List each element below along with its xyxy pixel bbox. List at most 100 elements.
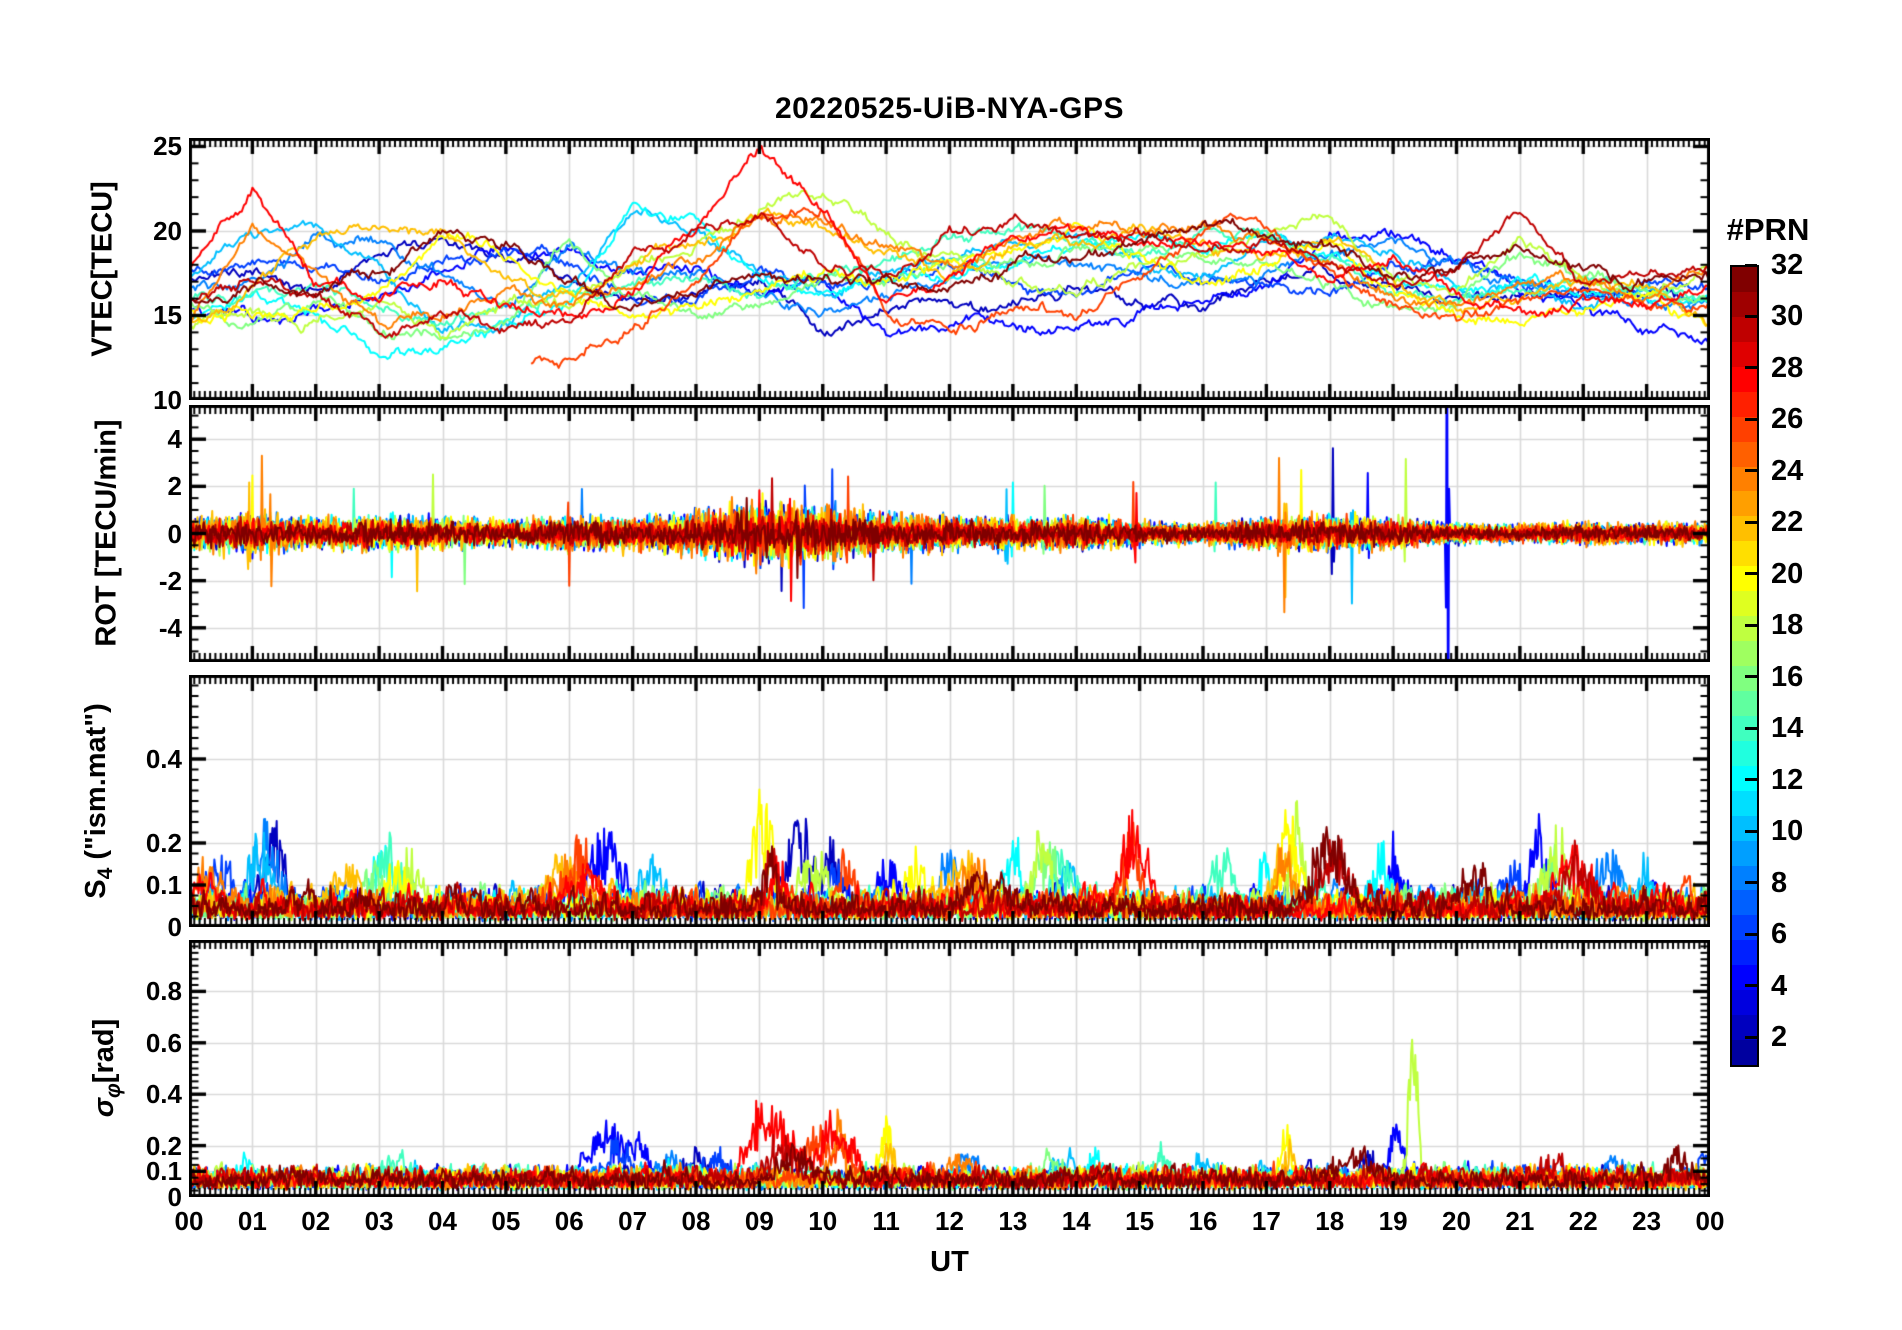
- x-tick-label: 09: [744, 1206, 774, 1236]
- colorbar-segment-prn-20: [1732, 566, 1757, 592]
- colorbar-tick-mark: [1745, 932, 1757, 936]
- colorbar-tick-mark: [1745, 417, 1757, 421]
- colorbar-segment-prn-8: [1732, 865, 1757, 891]
- colorbar-segment-prn-5: [1732, 940, 1757, 966]
- x-tick-label: 19: [1378, 1206, 1408, 1236]
- x-tick-label: 20: [1442, 1206, 1471, 1236]
- colorbar-tick-label: 18: [1771, 609, 1804, 642]
- x-tick-label: 07: [618, 1206, 648, 1236]
- colorbar-tick-label: 28: [1771, 351, 1804, 384]
- colorbar-segment-prn-27: [1732, 391, 1757, 417]
- x-tick-label: 00: [1695, 1206, 1725, 1236]
- colorbar-tick-mark: [1745, 726, 1757, 730]
- colorbar-segment-prn-16: [1732, 666, 1757, 691]
- y-tick-label-s4: 0.4: [145, 744, 182, 774]
- colorbar-segment-prn-17: [1732, 641, 1757, 666]
- colorbar-tick-mark: [1745, 623, 1757, 627]
- colorbar-tick-mark: [1745, 675, 1757, 679]
- x-tick-label: 21: [1505, 1206, 1535, 1236]
- x-tick-label: 04: [428, 1206, 457, 1236]
- y-tick-label-s4: 0.2: [145, 828, 182, 858]
- x-axis-label: UT: [930, 1246, 969, 1278]
- y-tick-label-sigma: 0.2: [145, 1130, 182, 1161]
- y-tick-label-rot: -4: [158, 612, 182, 643]
- colorbar-segment-prn-23: [1732, 491, 1757, 517]
- x-tick-label: 10: [808, 1206, 838, 1236]
- x-tick-label: 05: [491, 1206, 521, 1236]
- x-tick-label: 08: [681, 1206, 711, 1236]
- colorbar-tick-mark: [1745, 469, 1757, 473]
- y-tick-label-sigma: 0.6: [145, 1027, 182, 1058]
- colorbar-tick-mark: [1745, 314, 1757, 318]
- x-tick-label: 02: [301, 1206, 331, 1236]
- colorbar-segment-prn-31: [1732, 291, 1757, 317]
- rot-panel-canvas: [189, 405, 1710, 662]
- colorbar-segment-prn-29: [1732, 341, 1757, 367]
- colorbar-segment-prn-7: [1732, 890, 1757, 916]
- colorbar-tick-label: 12: [1771, 763, 1804, 796]
- colorbar-tick-mark: [1745, 829, 1757, 833]
- colorbar-tick-label: 6: [1771, 918, 1788, 951]
- s4-panel-canvas: [189, 675, 1710, 927]
- colorbar-segment-prn-18: [1732, 616, 1757, 642]
- x-tick-label: 03: [364, 1206, 394, 1236]
- x-tick-label: 14: [1061, 1206, 1091, 1236]
- colorbar: [1730, 265, 1759, 1067]
- colorbar-segment-prn-25: [1732, 441, 1757, 467]
- x-tick-label: 12: [935, 1206, 964, 1236]
- y-tick-label-rot: 4: [167, 424, 182, 455]
- colorbar-tick-label: 30: [1771, 300, 1804, 333]
- colorbar-segment-prn-1: [1732, 1040, 1757, 1065]
- sigma-phi-panel-canvas: [189, 940, 1710, 1197]
- y-tick-label-sigma: 0.4: [145, 1079, 182, 1110]
- colorbar-tick-label: 22: [1771, 506, 1804, 539]
- colorbar-tick-label: 14: [1771, 712, 1804, 745]
- colorbar-segment-prn-30: [1732, 316, 1757, 342]
- y-tick-label-sigma: 0.1: [145, 1156, 182, 1187]
- colorbar-tick-mark: [1745, 520, 1757, 524]
- colorbar-segment-prn-6: [1732, 915, 1757, 941]
- colorbar-tick-mark: [1745, 881, 1757, 885]
- colorbar-segment-prn-28: [1732, 366, 1757, 392]
- x-tick-label: 11: [872, 1206, 900, 1236]
- colorbar-tick-label: 4: [1771, 969, 1788, 1002]
- vtec-panel-canvas: [189, 138, 1710, 400]
- figure-title: 20220525-UiB-NYA-GPS: [774, 92, 1125, 125]
- colorbar-tick-label: 10: [1771, 815, 1804, 848]
- colorbar-segment-prn-9: [1732, 840, 1757, 866]
- x-tick-label: 16: [1188, 1206, 1218, 1236]
- colorbar-title: #PRN: [1726, 212, 1810, 247]
- y-tick-label-s4: 0.1: [145, 870, 182, 900]
- x-tick-label: 01: [237, 1206, 267, 1236]
- colorbar-segment-prn-11: [1732, 790, 1757, 816]
- colorbar-tick-mark: [1745, 263, 1757, 267]
- colorbar-tick-mark: [1745, 1035, 1757, 1039]
- x-tick-label: 00: [174, 1206, 204, 1236]
- x-tick-label: 17: [1251, 1206, 1281, 1236]
- y-tick-label-rot: 0: [167, 518, 182, 549]
- x-tick-label: 15: [1125, 1206, 1155, 1236]
- colorbar-tick-label: 32: [1771, 249, 1804, 281]
- colorbar-tick-mark: [1745, 366, 1757, 370]
- colorbar-segment-prn-10: [1732, 815, 1757, 841]
- y-tick-label-rot: -2: [158, 565, 182, 596]
- colorbar-tick-label: 24: [1771, 454, 1804, 487]
- x-tick-label: 23: [1632, 1206, 1662, 1236]
- colorbar-tick-label: 2: [1771, 1021, 1788, 1054]
- colorbar-tick-mark: [1745, 572, 1757, 576]
- y-tick-label-s4: 0: [167, 912, 182, 942]
- colorbar-tick-label: 16: [1771, 660, 1804, 693]
- colorbar-tick-label: 8: [1771, 866, 1788, 899]
- y-tick-label-vtec: 25: [153, 131, 182, 162]
- colorbar-segment-prn-15: [1732, 690, 1757, 716]
- x-tick-label: 18: [1315, 1206, 1345, 1236]
- colorbar-tick-label: 26: [1771, 403, 1804, 436]
- colorbar-segment-prn-13: [1732, 740, 1757, 766]
- colorbar-tick-label: 20: [1771, 557, 1804, 590]
- y-tick-label-vtec: 10: [153, 385, 182, 415]
- colorbar-segment-prn-19: [1732, 591, 1757, 617]
- colorbar-segment-prn-21: [1732, 541, 1757, 567]
- colorbar-segment-prn-3: [1732, 990, 1757, 1016]
- colorbar-tick-mark: [1745, 778, 1757, 782]
- y-tick-label-vtec: 20: [153, 215, 182, 246]
